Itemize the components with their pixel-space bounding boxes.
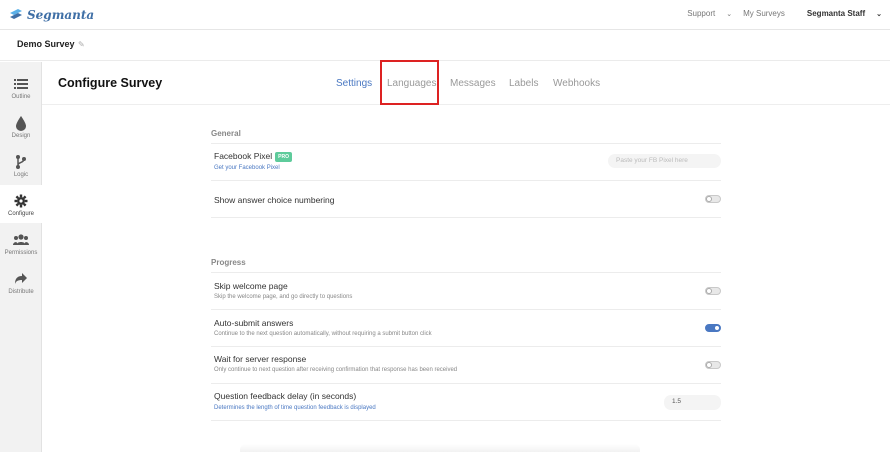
my-surveys-link[interactable]: My Surveys (743, 9, 785, 18)
tab-labels[interactable]: Labels (509, 78, 538, 89)
facebook-pixel-placeholder: Paste your FB Pixel here (616, 157, 688, 164)
account-menu[interactable]: Segmanta Staff ⌄ (796, 9, 882, 18)
chevron-down-icon: ⌄ (726, 11, 733, 18)
facebook-pixel-title: Facebook Pixel PRO (214, 151, 292, 162)
toggle-knob (706, 288, 712, 294)
support-label: Support (687, 9, 716, 18)
top-nav: Support ⌄ My Surveys Segmanta Staff ⌄ (665, 9, 882, 18)
logo[interactable]: Segmanta (8, 5, 94, 25)
gear-icon (14, 194, 28, 208)
divider (211, 346, 721, 347)
wait-server-title: Wait for server response (214, 354, 307, 364)
feedback-delay-value: 1.5 (672, 398, 682, 405)
feedback-delay-title: Question feedback delay (in seconds) (214, 391, 357, 401)
survey-bar: Demo Survey ✎ (0, 30, 890, 61)
skip-welcome-sub: Skip the welcome page, and go directly t… (214, 294, 353, 300)
sidebar-item-logic[interactable]: Logic (0, 146, 42, 184)
sidebar-item-label: Outline (11, 94, 31, 100)
auto-submit-title: Auto-submit answers (214, 318, 294, 328)
sidebar-item-permissions[interactable]: Permissions (0, 224, 42, 262)
segmanta-logo-icon (10, 9, 22, 19)
numbering-toggle[interactable] (705, 195, 721, 203)
sidebar: Outline Design Logic Configure Permissio… (0, 62, 42, 452)
wait-server-toggle[interactable] (705, 361, 721, 369)
feedback-delay-input[interactable]: 1.5 (664, 395, 721, 410)
facebook-pixel-input[interactable]: Paste your FB Pixel here (608, 154, 721, 168)
logo-text: Segmanta (27, 8, 95, 22)
list-icon (14, 79, 28, 89)
skip-welcome-toggle[interactable] (705, 287, 721, 295)
tab-messages[interactable]: Messages (450, 78, 496, 89)
bottom-panel-edge (240, 444, 640, 452)
facebook-pixel-link[interactable]: Get your Facebook Pixel (214, 165, 280, 171)
top-bar: Segmanta Support ⌄ My Surveys Segmanta St… (0, 0, 890, 30)
sidebar-item-label: Logic (13, 172, 29, 178)
sidebar-item-configure[interactable]: Configure (0, 185, 42, 223)
branch-icon (16, 155, 26, 169)
section-title-general: General (211, 129, 241, 138)
chevron-down-icon: ⌄ (876, 11, 882, 18)
pencil-icon[interactable]: ✎ (78, 40, 85, 49)
page-header: Configure Survey Settings Languages Mess… (42, 60, 890, 105)
sidebar-item-label: Design (11, 133, 31, 139)
share-icon (15, 273, 27, 284)
sidebar-item-label: Configure (7, 211, 34, 217)
sidebar-item-distribute[interactable]: Distribute (0, 263, 42, 301)
sidebar-item-label: Distribute (8, 289, 34, 295)
tab-webhooks[interactable]: Webhooks (553, 78, 600, 89)
page-title: Configure Survey (58, 76, 163, 90)
divider (211, 383, 721, 384)
tab-settings[interactable]: Settings (336, 78, 372, 89)
auto-submit-sub: Continue to the next question automatica… (214, 331, 432, 337)
divider (211, 309, 721, 310)
divider (211, 420, 721, 421)
sidebar-item-outline[interactable]: Outline (0, 68, 42, 106)
users-icon (13, 234, 29, 245)
feedback-delay-sub: Determines the length of time question f… (214, 405, 376, 411)
toggle-knob (714, 325, 720, 331)
drop-icon (16, 116, 26, 131)
divider (211, 272, 721, 273)
divider (211, 143, 721, 144)
toggle-knob (706, 196, 712, 202)
tab-highlight-box (380, 60, 439, 105)
support-menu[interactable]: Support ⌄ (676, 9, 732, 18)
toggle-knob (706, 362, 712, 368)
divider (211, 217, 721, 218)
facebook-pixel-label: Facebook Pixel (214, 151, 273, 161)
section-title-progress: Progress (211, 258, 246, 267)
survey-name[interactable]: Demo Survey (17, 39, 75, 49)
pro-badge: PRO (275, 152, 292, 162)
skip-welcome-title: Skip welcome page (214, 281, 288, 291)
account-label: Segmanta Staff (806, 9, 866, 18)
divider (211, 180, 721, 181)
sidebar-item-label: Permissions (4, 250, 38, 256)
auto-submit-toggle[interactable] (705, 324, 721, 332)
wait-server-sub: Only continue to next question after rec… (214, 367, 458, 373)
numbering-title: Show answer choice numbering (214, 195, 335, 205)
sidebar-item-design[interactable]: Design (0, 107, 42, 145)
